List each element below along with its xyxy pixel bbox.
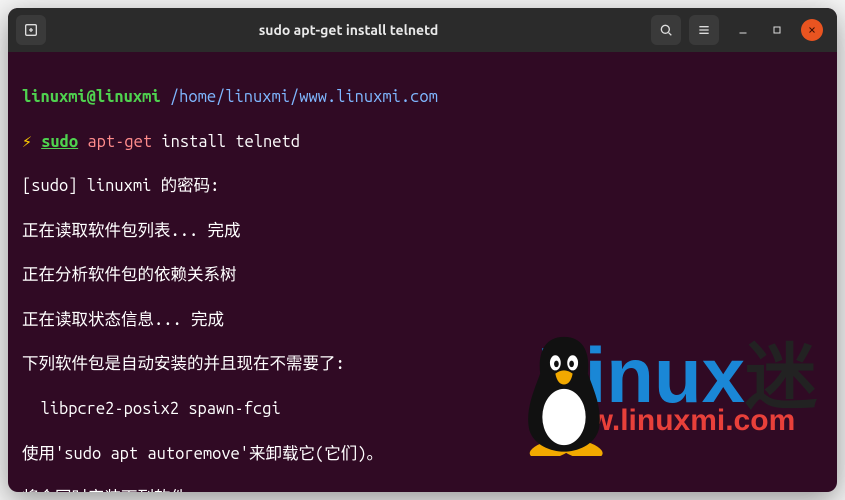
bolt-icon: ⚡ (22, 133, 32, 151)
output-line: 正在读取状态信息... 完成 (22, 309, 823, 331)
prompt-line: linuxmi@linuxmi /home/linuxmi/www.linuxm… (22, 86, 823, 108)
output-line: 将会同时安装下列软件: (22, 487, 823, 492)
search-icon (658, 22, 674, 38)
menu-button[interactable] (689, 15, 719, 45)
window-controls (727, 19, 829, 41)
output-line: 正在读取软件包列表... 完成 (22, 220, 823, 242)
sudo-keyword: sudo (41, 133, 78, 151)
close-icon (806, 24, 818, 36)
terminal-window: sudo apt-get install telnetd linuxmi@lin… (8, 8, 837, 492)
output-line: 使用'sudo apt autoremove'来卸载它(它们)。 (22, 443, 823, 465)
search-button[interactable] (651, 15, 681, 45)
command-args: install telnetd (152, 133, 300, 151)
output-line: libpcre2-posix2 spawn-fcgi (22, 398, 823, 420)
new-tab-button[interactable] (16, 15, 46, 45)
title-bar: sudo apt-get install telnetd (8, 8, 837, 52)
minimize-icon (737, 24, 749, 36)
close-button[interactable] (801, 19, 823, 41)
prompt-user: linuxmi@linuxmi (22, 88, 161, 106)
maximize-button[interactable] (767, 20, 787, 40)
command-line: ⚡ sudo apt-get install telnetd (22, 131, 823, 153)
terminal-body[interactable]: linuxmi@linuxmi /home/linuxmi/www.linuxm… (8, 52, 837, 492)
output-line: 下列软件包是自动安装的并且现在不需要了: (22, 353, 823, 375)
output-line: 正在分析软件包的依赖关系树 (22, 264, 823, 286)
window-title: sudo apt-get install telnetd (54, 22, 643, 38)
maximize-icon (771, 24, 783, 36)
hamburger-icon (696, 22, 712, 38)
prompt-path: /home/linuxmi/www.linuxmi.com (170, 88, 438, 106)
minimize-button[interactable] (733, 20, 753, 40)
apt-get-command: apt-get (87, 133, 152, 151)
new-tab-icon (23, 22, 39, 38)
output-line: [sudo] linuxmi 的密码: (22, 175, 823, 197)
